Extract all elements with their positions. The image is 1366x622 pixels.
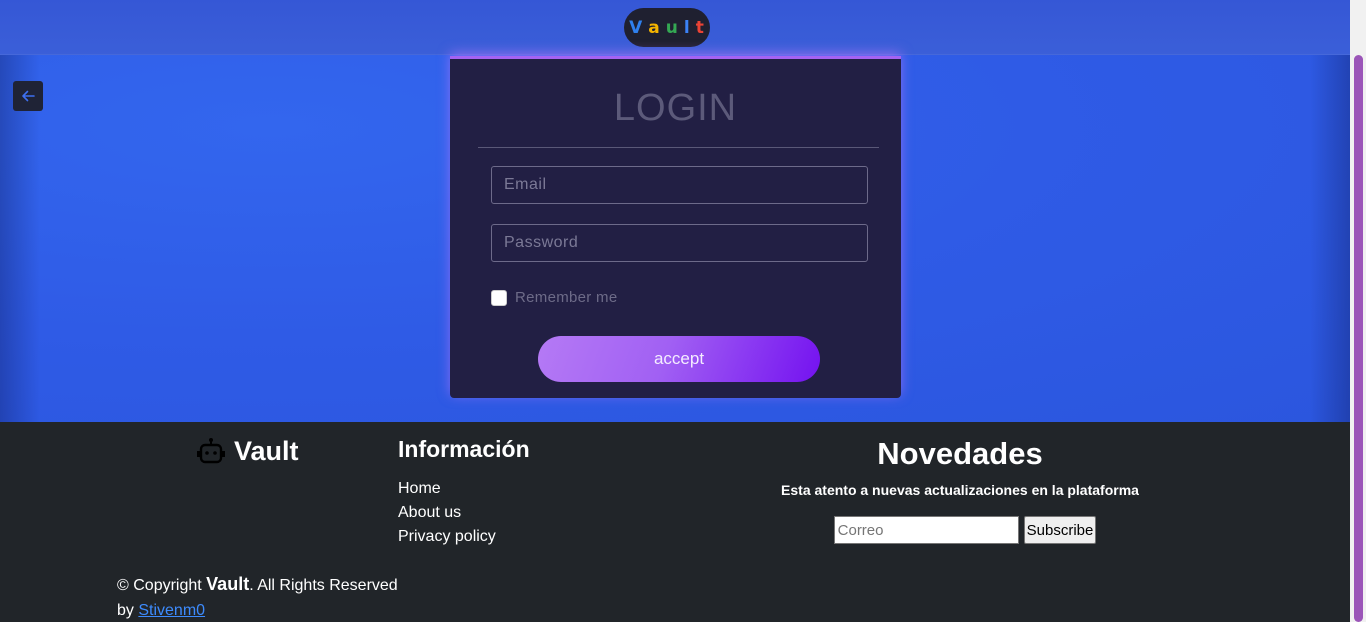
remember-label: Remember me [515,289,618,306]
copyright-suffix: . All Rights Reserved [249,577,398,594]
login-divider [478,147,879,148]
arrow-left-icon [22,90,35,102]
copyright-line: © Copyright Vault. All Rights Reserved [117,572,398,598]
copyright-prefix: © Copyright [117,577,202,594]
email-input[interactable] [491,166,868,204]
brand-logo[interactable]: V a u l t [624,8,710,47]
brand-letter-v: V [629,17,644,38]
login-card: LOGIN Remember me accept [450,56,901,398]
footer-link-privacy[interactable]: Privacy policy [398,525,530,549]
remember-me[interactable]: Remember me [491,289,618,306]
footer-brand-name: Vault [234,436,299,466]
news-section: Novedades Esta atento a nuevas actualiza… [760,436,1160,544]
robot-icon [197,437,225,463]
footer-link-about[interactable]: About us [398,501,530,525]
scrollbar-thumb[interactable] [1354,55,1363,622]
newsletter-form: Subscribe [760,516,1160,544]
brand-letter-u: u [665,17,679,38]
info-title: Información [398,436,530,462]
footer-logo[interactable]: Vault [196,436,299,467]
info-section: Información Home About us Privacy policy [398,436,530,549]
news-title: Novedades [877,436,1043,471]
subscribe-button[interactable]: Subscribe [1023,516,1097,544]
remember-checkbox[interactable] [491,289,507,306]
newsletter-email-input[interactable] [833,516,1019,544]
back-button[interactable] [13,81,43,111]
accept-button[interactable]: accept [538,336,820,382]
password-input[interactable] [491,224,868,262]
login-title: LOGIN [613,87,738,129]
news-subtitle: Esta atento a nuevas actualizaciones en … [781,482,1139,498]
author-link[interactable]: Stivenm0 [138,602,205,619]
footer-link-home[interactable]: Home [398,477,530,501]
brand-letter-a: a [648,17,661,38]
author-line: by Stivenm0 [117,598,398,622]
copyright: © Copyright Vault. All Rights Reserved b… [117,572,398,622]
brand-letter-t: t [695,17,705,38]
brand-letter-l: l [683,17,691,38]
copyright-brand: Vault [206,574,250,594]
by-label: by [117,602,134,619]
